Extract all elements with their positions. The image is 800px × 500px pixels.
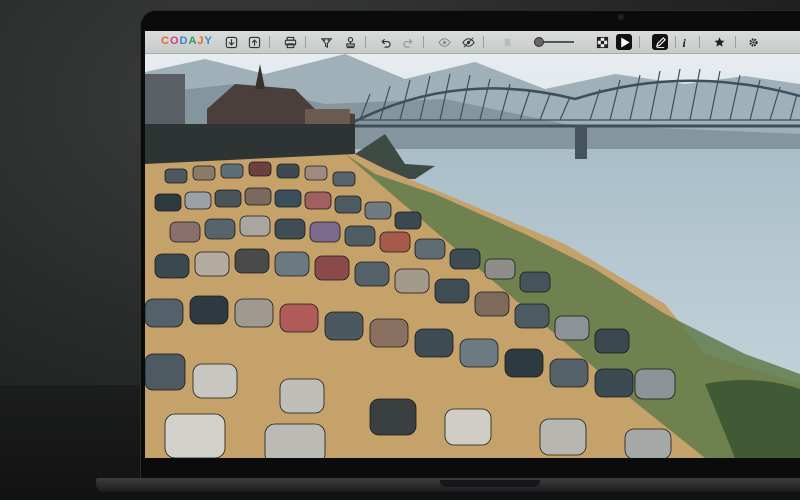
photo-canvas[interactable] — [145, 54, 800, 458]
stamp-button[interactable] — [342, 34, 358, 50]
settings-button[interactable] — [745, 34, 761, 50]
info-button[interactable]: i — [676, 34, 692, 50]
transparency-button[interactable] — [594, 34, 610, 50]
logo-letter: J — [197, 35, 205, 47]
print-icon — [284, 36, 296, 48]
toolbar-divider — [639, 36, 640, 48]
download-button[interactable] — [223, 34, 239, 50]
play-button[interactable] — [616, 34, 632, 50]
upload-icon — [248, 36, 260, 48]
undo-button[interactable] — [377, 34, 393, 50]
pen-icon — [655, 36, 666, 48]
laptop-hinge-notch — [440, 480, 540, 487]
redo-button[interactable] — [400, 34, 416, 50]
toolbar-divider — [423, 36, 424, 48]
toolbar-divider — [269, 36, 270, 48]
toolbar-divider — [735, 36, 736, 48]
toolbar-divider — [483, 36, 484, 48]
download-icon — [225, 36, 237, 48]
app-screen: CODAJY i — [145, 31, 800, 458]
logo-letter: C — [161, 35, 170, 47]
favorite-button[interactable] — [711, 34, 727, 50]
star-icon — [714, 36, 724, 47]
play-icon — [620, 37, 630, 47]
brightness-button[interactable] — [499, 34, 515, 50]
logo-letter: O — [169, 35, 180, 47]
upload-button[interactable] — [246, 34, 262, 50]
filter-button[interactable] — [318, 34, 334, 50]
redo-icon — [402, 38, 413, 48]
pen-button[interactable] — [652, 34, 668, 50]
toolbar: CODAJY i — [145, 31, 800, 54]
stamp-icon — [345, 36, 355, 48]
toolbar-divider — [365, 36, 366, 48]
logo-letter: Y — [204, 35, 213, 47]
info-icon: i — [682, 38, 686, 49]
transparency-icon — [596, 36, 608, 48]
undo-icon — [380, 38, 391, 48]
app-logo: CODAJY — [161, 35, 213, 49]
preview-button[interactable] — [436, 34, 452, 50]
brightness-icon — [504, 38, 510, 46]
svg-text:i: i — [682, 38, 686, 49]
settings-icon — [748, 37, 758, 47]
toolbar-divider — [305, 36, 306, 48]
vintage-parking-lot-photo — [145, 54, 800, 458]
print-button[interactable] — [282, 34, 298, 50]
camera — [618, 14, 624, 20]
eye-icon — [437, 37, 451, 47]
eye-slash-icon — [461, 37, 475, 47]
filter-icon — [320, 37, 332, 48]
compare-button[interactable] — [460, 34, 476, 50]
zoom-slider-thumb[interactable] — [534, 37, 544, 47]
toolbar-divider — [699, 36, 700, 48]
